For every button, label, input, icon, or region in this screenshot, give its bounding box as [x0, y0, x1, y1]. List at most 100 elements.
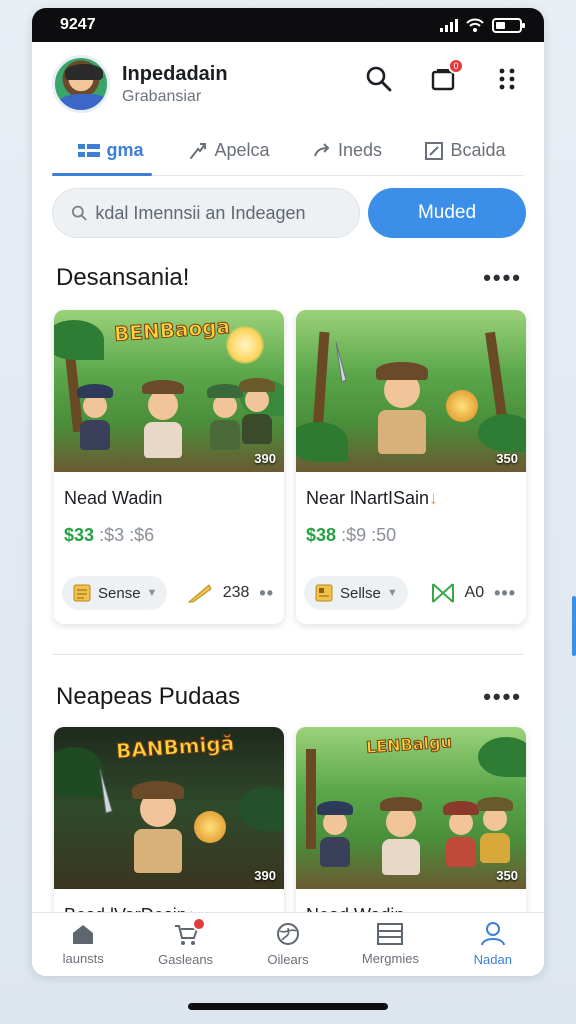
reply-arrow-icon	[314, 142, 330, 156]
card-row: BENBaoga 390 Nead Wadin $33 :$3 :$6 Sens…	[54, 310, 526, 624]
battery-icon	[492, 17, 525, 33]
profile-header: Inpedadain Grabansiar 0	[32, 42, 544, 126]
status-bar: 9247	[32, 8, 544, 42]
tab-label: gma	[106, 140, 144, 160]
home-indicator[interactable]	[188, 1003, 388, 1010]
active-tab-indicator	[52, 173, 152, 176]
person-icon	[480, 922, 505, 946]
tab-ineds[interactable]: Ineds	[288, 126, 406, 175]
user-subtitle: Grabansiar	[122, 87, 202, 105]
bottom-nav: launsts Gasleans Oilears Mergmies Nadan	[32, 912, 544, 976]
nav-label: launsts	[62, 951, 104, 966]
edit-square-icon	[425, 141, 444, 160]
tab-label: Apelca	[214, 140, 270, 160]
game-card[interactable]: BENBaoga 390 Nead Wadin $33 :$3 :$6 Sens…	[54, 310, 284, 624]
card-title: Near lNartISain↓	[306, 488, 526, 509]
user-info: Inpedadain Grabansiar	[122, 63, 228, 106]
arrow-down-icon: ↓	[429, 488, 439, 508]
card-thumbnail: BENBaoga 390	[54, 310, 284, 472]
game-card[interactable]: 350 Near lNartISain↓ $38 :$9 :50 Sellse …	[296, 310, 526, 624]
stat-value: A0	[464, 584, 485, 601]
sellse-dropdown[interactable]: Sellse ▼	[304, 576, 408, 610]
section-title: Neapeas Pudaas	[56, 683, 241, 710]
avatar[interactable]	[52, 55, 110, 113]
game-logo: BENBaoga	[113, 313, 231, 347]
notification-badge	[192, 917, 207, 931]
card-thumbnail: 350	[296, 310, 526, 472]
section-divider	[52, 654, 524, 655]
card-thumbnail: BANBmigă 390	[54, 727, 284, 889]
chevron-down-icon: ▼	[146, 587, 158, 599]
pill-label: Sense	[98, 584, 141, 602]
sense-dropdown[interactable]: Sense ▼	[62, 576, 168, 610]
grid-icon	[78, 143, 101, 157]
price-alt: :$3 :$6	[99, 525, 155, 545]
stat-value: 238	[222, 584, 250, 601]
tab-bar: gma Apelca Ineds Bcaida	[52, 126, 524, 176]
list-icon	[377, 923, 404, 945]
nav-label: Oilears	[267, 952, 309, 967]
search-input[interactable]	[95, 202, 341, 224]
document-icon	[315, 584, 333, 602]
tab-apelca[interactable]: Apelca	[170, 126, 288, 175]
section-title: Desansania!	[56, 264, 190, 291]
card-prices: $33 :$3 :$6	[64, 525, 284, 546]
search-icon	[71, 205, 87, 221]
card-stat: A0 •••	[431, 582, 516, 604]
section-header: Neapeas Pudaas ••••	[56, 683, 522, 711]
nav-label: Mergmies	[361, 951, 419, 966]
notification-badge: 0	[448, 58, 464, 74]
tab-bcaida[interactable]: Bcaida	[406, 126, 524, 175]
card-more-button[interactable]: ••	[259, 583, 274, 604]
search-button[interactable]	[364, 64, 394, 94]
nav-item-gasleans[interactable]: Gasleans	[134, 913, 236, 976]
price-tag: 390	[254, 868, 276, 883]
chevron-down-icon: ▼	[386, 587, 398, 599]
status-icons	[440, 17, 525, 33]
nav-item-launsts[interactable]: launsts	[32, 913, 134, 976]
card-title-text: Near lNartISain	[306, 488, 430, 508]
game-card[interactable]: BANBmigă 390 Besd lVarDesin↓	[54, 727, 284, 926]
globe-icon	[277, 923, 300, 945]
price-tag: 390	[254, 451, 276, 466]
nav-item-oilears[interactable]: Oilears	[237, 913, 339, 976]
tab-label: Bcaida	[450, 140, 506, 160]
section-more-button[interactable]: ••••	[483, 265, 522, 291]
card-thumbnail: LENBalgu 350	[296, 727, 526, 889]
status-time: 9247	[60, 16, 96, 33]
price-tag: 350	[496, 451, 518, 466]
header-actions: 0	[364, 58, 522, 94]
document-icon	[73, 584, 91, 602]
game-logo: BANBmigă	[115, 730, 236, 764]
card-stat: 238 ••	[187, 582, 274, 604]
scrollbar[interactable]	[572, 596, 576, 656]
search-box	[52, 188, 360, 238]
section-header: Desansania! ••••	[56, 264, 522, 292]
card-footer: Sense ▼ 238 ••	[62, 576, 274, 610]
card-more-button[interactable]: •••	[494, 583, 516, 604]
card-footer: Sellse ▼ A0 •••	[304, 576, 516, 610]
nav-item-mergmies[interactable]: Mergmies	[339, 913, 441, 976]
feather-icon	[187, 584, 212, 603]
price-tag: 350	[496, 868, 518, 883]
section-more-button[interactable]: ••••	[483, 684, 522, 710]
card-prices: $38 :$9 :50	[306, 525, 526, 546]
more-options-button[interactable]	[492, 64, 522, 94]
wifi-icon	[466, 18, 484, 32]
tab-gma[interactable]: gma	[52, 126, 170, 175]
nav-item-nadan[interactable]: Nadan	[442, 913, 544, 976]
nav-label: Nadan	[473, 952, 512, 967]
game-card[interactable]: LENBalgu 350 Nead Wadin	[296, 727, 526, 926]
muded-button[interactable]: Muded	[368, 188, 526, 238]
notifications-button[interactable]: 0	[428, 58, 464, 94]
app-window: 9247 Inpedadain Grabansiar 0 gma Apelca …	[32, 8, 544, 976]
search-row: Muded	[52, 188, 526, 238]
pill-label: Sellse	[340, 584, 381, 602]
price-alt: :$9 :50	[341, 525, 397, 545]
price-main: $33	[64, 525, 95, 545]
share-arrow-icon	[190, 142, 207, 159]
grid-dots-icon	[499, 68, 515, 90]
game-logo: LENBalgu	[365, 732, 453, 758]
user-name: Inpedadain	[122, 62, 228, 85]
card-title: Nead Wadin	[64, 488, 163, 508]
